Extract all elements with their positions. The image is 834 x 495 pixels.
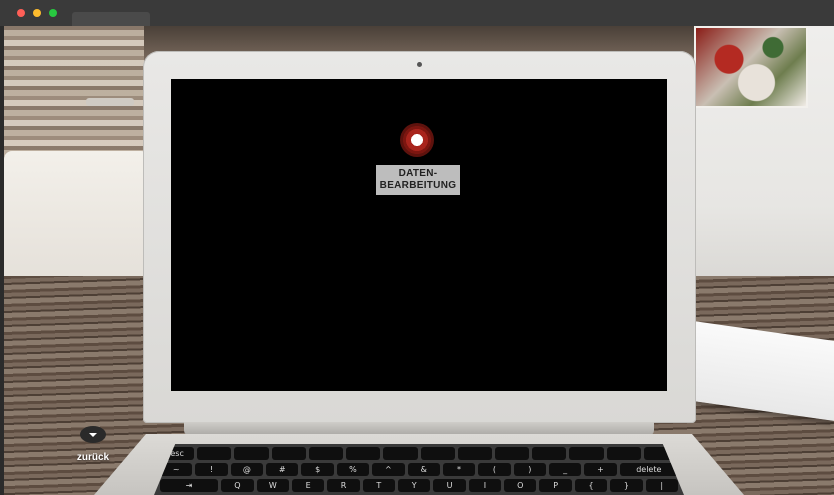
maximize-window-button[interactable] xyxy=(49,9,57,17)
key: T xyxy=(362,479,396,492)
key xyxy=(420,447,455,460)
laptop-hinge xyxy=(184,422,654,436)
browser-tab[interactable] xyxy=(72,12,150,26)
keyboard-row-numbers: ~ ! @ # $ % ^ & * ( ) _ + delete xyxy=(160,463,678,476)
key xyxy=(494,447,530,460)
key: P xyxy=(539,479,572,492)
key: I xyxy=(468,479,502,492)
back-button[interactable]: zurück xyxy=(70,426,120,468)
key xyxy=(606,447,641,460)
key: O xyxy=(504,479,537,492)
key xyxy=(383,447,418,460)
key xyxy=(234,447,269,460)
webcam-dot xyxy=(417,62,422,67)
key: + xyxy=(584,463,617,476)
key xyxy=(569,447,604,460)
key: * xyxy=(442,463,476,476)
key xyxy=(308,447,344,460)
key: ! xyxy=(195,463,228,476)
hotspot-label-datenbearbeitung[interactable]: DATEN- BEARBEITUNG xyxy=(376,165,460,195)
key: _ xyxy=(548,463,582,476)
key: # xyxy=(266,463,299,476)
office-scene: DATEN- BEARBEITUNG esc ~ ! @ # $ % ^ & *… xyxy=(4,26,834,495)
key: Y xyxy=(398,479,431,492)
key: { xyxy=(574,479,608,492)
key: | xyxy=(645,479,678,492)
key: Q xyxy=(221,479,254,492)
laptop-lid: DATEN- BEARBEITUNG xyxy=(143,51,696,423)
desk-lamp xyxy=(86,98,134,106)
key: ^ xyxy=(372,463,405,476)
key: % xyxy=(336,463,370,476)
key: ) xyxy=(513,463,546,476)
close-window-button[interactable] xyxy=(17,9,25,17)
key: & xyxy=(407,463,440,476)
wall-painting xyxy=(694,26,808,108)
key xyxy=(532,447,567,460)
keyboard-row-letters: ⇥ Q W E R T Y U I O P { } | xyxy=(160,479,678,492)
browser-chrome xyxy=(0,0,834,26)
back-label[interactable]: zurück xyxy=(70,452,116,463)
laptop-keyboard: esc ~ ! @ # $ % ^ & * ( ) _ + delete ⇥ Q… xyxy=(154,444,684,495)
key: U xyxy=(433,479,466,492)
key: E xyxy=(291,479,325,492)
minimize-window-button[interactable] xyxy=(33,9,41,17)
laptop-screen: DATEN- BEARBEITUNG xyxy=(171,79,667,391)
keyboard-row-function: esc xyxy=(160,447,679,460)
key: delete xyxy=(619,463,678,476)
key: $ xyxy=(301,463,334,476)
key: } xyxy=(610,479,643,492)
key: W xyxy=(256,479,289,492)
chevron-down-icon[interactable] xyxy=(80,426,106,443)
key: @ xyxy=(230,463,264,476)
record-target-icon[interactable] xyxy=(400,123,434,157)
key xyxy=(271,447,306,460)
key: R xyxy=(327,479,360,492)
key: ( xyxy=(478,463,511,476)
key xyxy=(457,447,492,460)
key xyxy=(197,447,232,460)
key xyxy=(346,447,381,460)
key: ⇥ xyxy=(160,479,219,492)
